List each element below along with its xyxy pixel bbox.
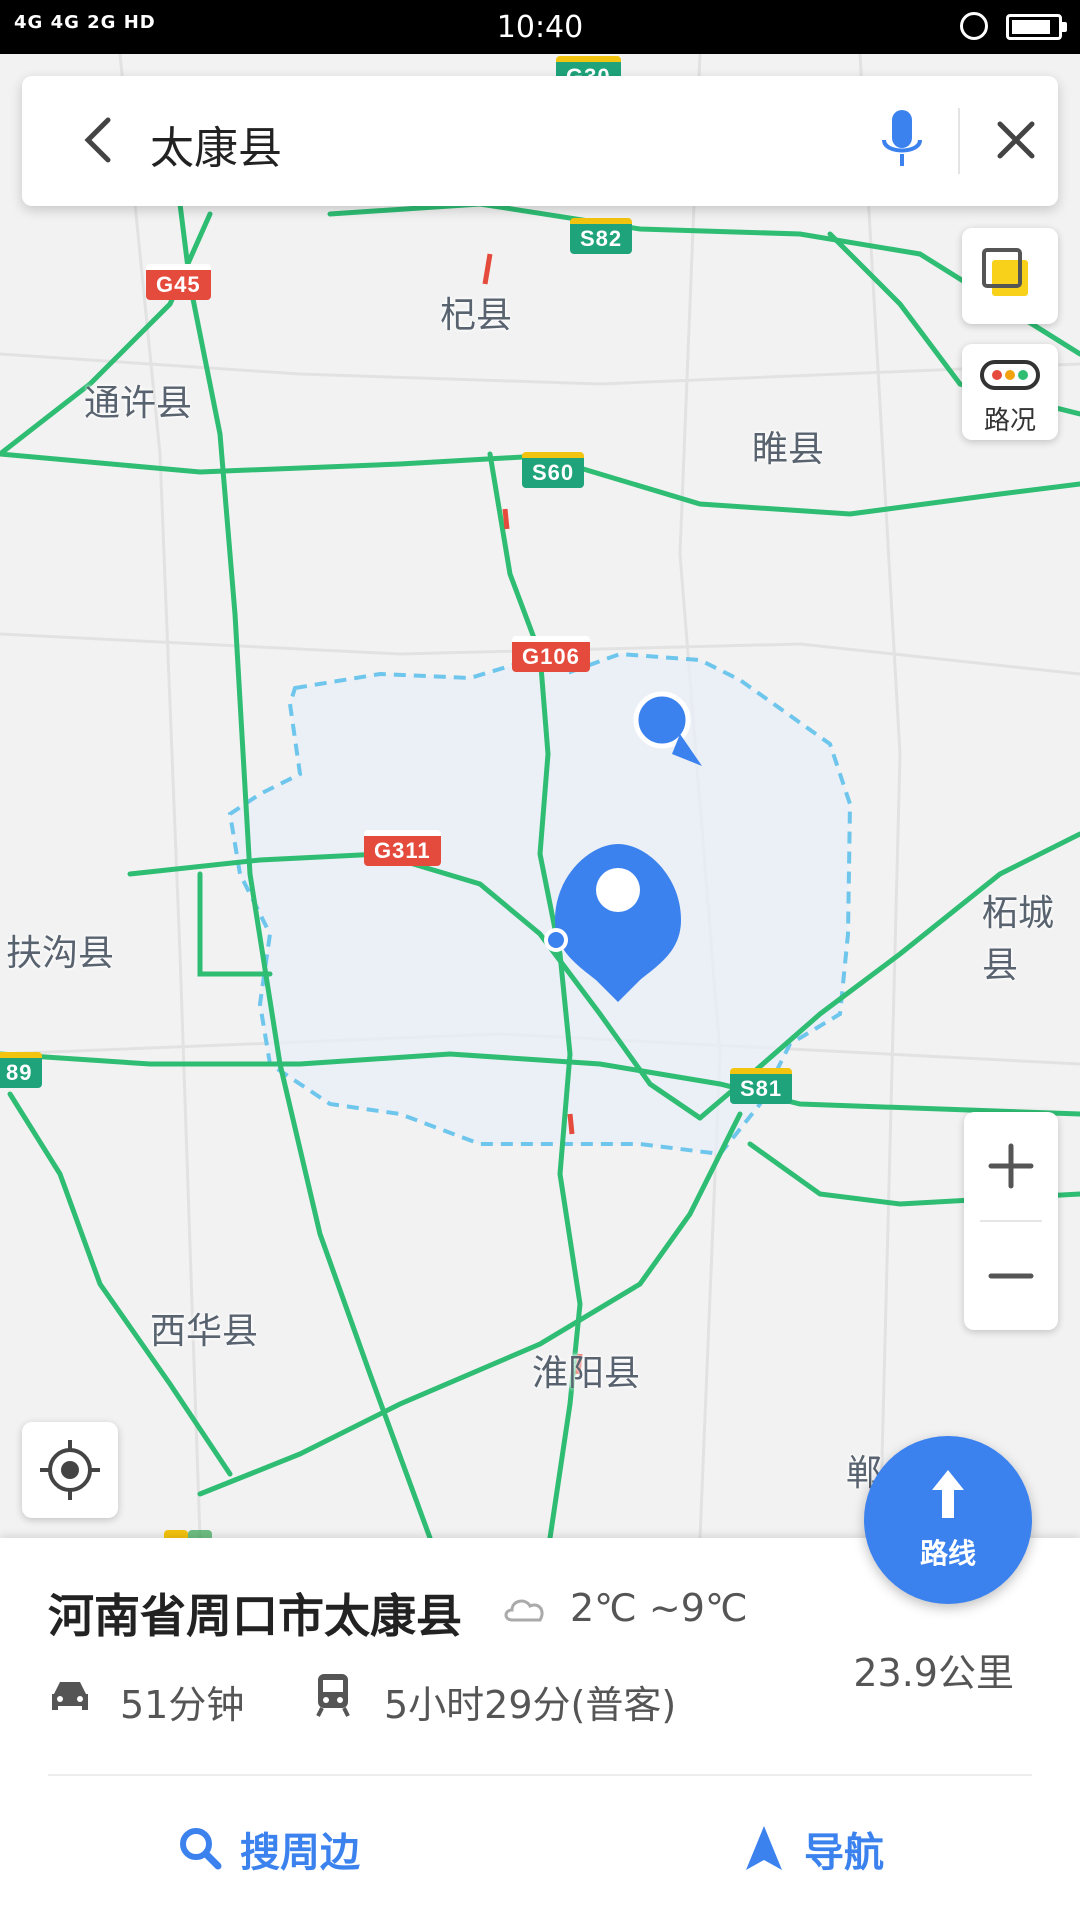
road-shield: S81 bbox=[730, 1068, 793, 1104]
route-arrow-icon bbox=[932, 1470, 964, 1518]
microphone-icon[interactable] bbox=[872, 106, 932, 176]
road-shield: S82 bbox=[570, 218, 633, 254]
battery-icon bbox=[1006, 14, 1067, 40]
divider bbox=[48, 1774, 1032, 1776]
zoom-out-button[interactable] bbox=[964, 1222, 1058, 1330]
amap-logo-text: 高德地图 bbox=[230, 1528, 366, 1538]
search-bar[interactable]: 太康县 bbox=[22, 76, 1058, 206]
transit-time: 5小时29分(普客) bbox=[384, 1683, 677, 1727]
zoom-in-button[interactable] bbox=[964, 1112, 1058, 1220]
distance-text: 23.9公里 bbox=[853, 1651, 1014, 1695]
route-label: 路线 bbox=[919, 1537, 976, 1570]
locate-button[interactable] bbox=[22, 1422, 118, 1518]
search-icon bbox=[180, 1828, 222, 1870]
navigate-label: 导航 bbox=[804, 1830, 884, 1876]
car-icon bbox=[52, 1682, 88, 1710]
city-label: 淮阳县 bbox=[532, 1353, 641, 1394]
road-shield: G311 bbox=[364, 830, 441, 866]
rotation-lock-icon bbox=[960, 12, 988, 40]
cloud-icon bbox=[504, 1599, 544, 1622]
divider bbox=[958, 108, 960, 174]
weather-text: 2℃ ~9℃ bbox=[570, 1586, 748, 1630]
amap-logo-icon bbox=[164, 1530, 212, 1538]
layers-button[interactable] bbox=[962, 228, 1058, 324]
navigate-button[interactable]: 导航 bbox=[740, 1820, 884, 1878]
crosshair-icon bbox=[40, 1440, 100, 1500]
status-bar: 4G 4G 2G HD 10:40 bbox=[0, 0, 1080, 54]
car-time: 51分钟 bbox=[120, 1683, 245, 1727]
zoom-controls bbox=[964, 1112, 1058, 1330]
city-label: 睢县 bbox=[752, 429, 825, 470]
traffic-label: 路况 bbox=[983, 406, 1036, 436]
map-view[interactable]: 杞县 通许县 睢县 扶沟县 柘城县 西华县 淮阳县 郸 G30 S82 G45 … bbox=[0, 54, 1080, 1538]
road-shield: G106 bbox=[512, 636, 590, 672]
road-shield: G45 bbox=[146, 264, 211, 300]
road-shield: S60 bbox=[522, 452, 585, 488]
traffic-button[interactable]: 路况 bbox=[962, 344, 1058, 440]
layers-icon bbox=[982, 248, 1028, 296]
city-label: 杞县 bbox=[440, 295, 513, 336]
place-name: 河南省周口市太康县 bbox=[48, 1589, 462, 1643]
route-button[interactable]: 路线 bbox=[864, 1436, 1032, 1604]
traffic-light-icon bbox=[980, 360, 1040, 390]
search-query[interactable]: 太康县 bbox=[150, 112, 282, 176]
close-icon[interactable] bbox=[988, 112, 1044, 168]
city-label: 通许县 bbox=[84, 383, 193, 424]
city-label: 西华县 bbox=[150, 1311, 259, 1352]
train-icon bbox=[316, 1674, 350, 1717]
city-label: 扶沟县 bbox=[6, 933, 115, 974]
road-shield: 89 bbox=[0, 1052, 43, 1088]
search-nearby-button[interactable]: 搜周边 bbox=[176, 1820, 360, 1878]
clock: 10:40 bbox=[496, 10, 584, 45]
navigation-arrow-icon bbox=[746, 1826, 782, 1870]
city-label: 柘城县 bbox=[982, 893, 1055, 986]
back-arrow-icon[interactable] bbox=[72, 112, 128, 168]
search-nearby-label: 搜周边 bbox=[240, 1830, 360, 1876]
